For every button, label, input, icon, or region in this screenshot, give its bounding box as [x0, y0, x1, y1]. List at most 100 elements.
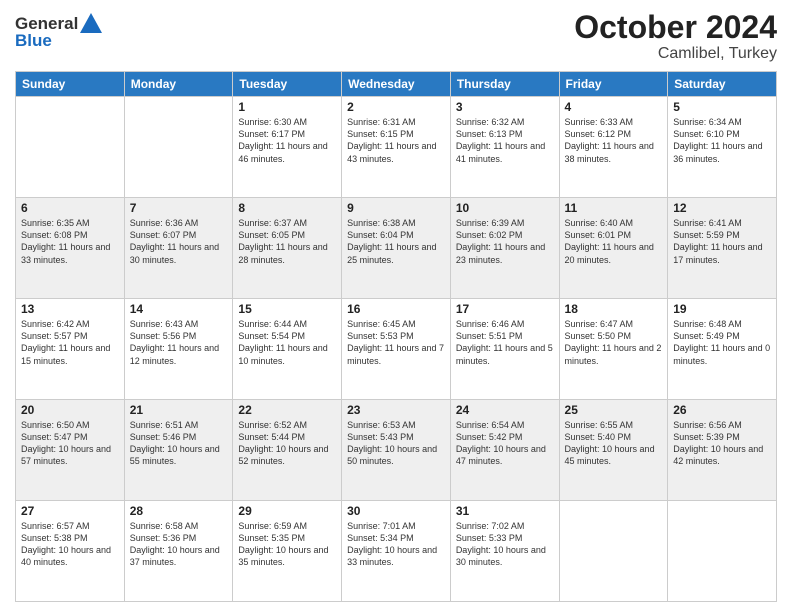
- table-row: 23 Sunrise: 6:53 AM Sunset: 5:43 PM Dayli…: [342, 400, 451, 501]
- day-number: 10: [456, 201, 554, 215]
- day-content: Sunrise: 6:44 AM Sunset: 5:54 PM Dayligh…: [238, 318, 336, 367]
- day-content: Sunrise: 6:36 AM Sunset: 6:07 PM Dayligh…: [130, 217, 228, 266]
- col-sunday: Sunday: [16, 72, 125, 97]
- table-row: [559, 501, 668, 602]
- col-saturday: Saturday: [668, 72, 777, 97]
- day-content: Sunrise: 6:52 AM Sunset: 5:44 PM Dayligh…: [238, 419, 336, 468]
- day-number: 21: [130, 403, 228, 417]
- calendar-table: Sunday Monday Tuesday Wednesday Thursday…: [15, 71, 777, 602]
- day-content: Sunrise: 6:33 AM Sunset: 6:12 PM Dayligh…: [565, 116, 663, 165]
- day-number: 16: [347, 302, 445, 316]
- calendar-week-row: 20 Sunrise: 6:50 AM Sunset: 5:47 PM Dayli…: [16, 400, 777, 501]
- day-content: Sunrise: 6:30 AM Sunset: 6:17 PM Dayligh…: [238, 116, 336, 165]
- day-number: 1: [238, 100, 336, 114]
- day-number: 11: [565, 201, 663, 215]
- table-row: 24Sunrise: 6:54 AM Sunset: 5:42 PM Dayli…: [450, 400, 559, 501]
- day-content: Sunrise: 6:54 AM Sunset: 5:42 PM Dayligh…: [456, 419, 554, 468]
- day-number: 17: [456, 302, 554, 316]
- day-number: 14: [130, 302, 228, 316]
- calendar-title: October 2024: [574, 10, 777, 45]
- day-content: Sunrise: 6:43 AM Sunset: 5:56 PM Dayligh…: [130, 318, 228, 367]
- day-content: Sunrise: 6:47 AM Sunset: 5:50 PM Dayligh…: [565, 318, 663, 367]
- logo-blue: Blue: [15, 31, 102, 51]
- table-row: 21 Sunrise: 6:51 AM Sunset: 5:46 PM Dayli…: [124, 400, 233, 501]
- table-row: [16, 97, 125, 198]
- day-content: Sunrise: 6:31 AM Sunset: 6:15 PM Dayligh…: [347, 116, 445, 165]
- day-content: Sunrise: 6:53 AM Sunset: 5:43 PM Dayligh…: [347, 419, 445, 468]
- day-number: 20: [21, 403, 119, 417]
- table-row: 10 Sunrise: 6:39 AM Sunset: 6:02 PM Dayli…: [450, 198, 559, 299]
- day-content: Sunrise: 6:32 AM Sunset: 6:13 PM Dayligh…: [456, 116, 554, 165]
- day-content: Sunrise: 6:46 AM Sunset: 5:51 PM Dayligh…: [456, 318, 554, 367]
- day-content: Sunrise: 6:41 AM Sunset: 5:59 PM Dayligh…: [673, 217, 771, 266]
- day-content: Sunrise: 6:50 AM Sunset: 5:47 PM Dayligh…: [21, 419, 119, 468]
- table-row: 2 Sunrise: 6:31 AM Sunset: 6:15 PM Daylig…: [342, 97, 451, 198]
- table-row: [124, 97, 233, 198]
- day-content: Sunrise: 6:45 AM Sunset: 5:53 PM Dayligh…: [347, 318, 445, 367]
- table-row: 30 Sunrise: 7:01 AM Sunset: 5:34 PM Dayli…: [342, 501, 451, 602]
- day-content: Sunrise: 6:51 AM Sunset: 5:46 PM Dayligh…: [130, 419, 228, 468]
- table-row: 19Sunrise: 6:48 AM Sunset: 5:49 PM Dayli…: [668, 299, 777, 400]
- table-row: 25 Sunrise: 6:55 AM Sunset: 5:40 PM Dayli…: [559, 400, 668, 501]
- table-row: 18Sunrise: 6:47 AM Sunset: 5:50 PM Dayli…: [559, 299, 668, 400]
- table-row: 15 Sunrise: 6:44 AM Sunset: 5:54 PM Dayli…: [233, 299, 342, 400]
- day-number: 15: [238, 302, 336, 316]
- table-row: 26 Sunrise: 6:56 AM Sunset: 5:39 PM Dayli…: [668, 400, 777, 501]
- day-content: Sunrise: 6:42 AM Sunset: 5:57 PM Dayligh…: [21, 318, 119, 367]
- day-content: Sunrise: 6:34 AM Sunset: 6:10 PM Dayligh…: [673, 116, 771, 165]
- table-row: 22 Sunrise: 6:52 AM Sunset: 5:44 PM Dayli…: [233, 400, 342, 501]
- day-number: 19: [673, 302, 771, 316]
- day-content: Sunrise: 7:01 AM Sunset: 5:34 PM Dayligh…: [347, 520, 445, 569]
- day-number: 28: [130, 504, 228, 518]
- day-content: Sunrise: 6:59 AM Sunset: 5:35 PM Dayligh…: [238, 520, 336, 569]
- day-content: Sunrise: 6:58 AM Sunset: 5:36 PM Dayligh…: [130, 520, 228, 569]
- table-row: 7 Sunrise: 6:36 AM Sunset: 6:07 PM Daylig…: [124, 198, 233, 299]
- day-number: 27: [21, 504, 119, 518]
- calendar-week-row: 27Sunrise: 6:57 AM Sunset: 5:38 PM Dayli…: [16, 501, 777, 602]
- col-tuesday: Tuesday: [233, 72, 342, 97]
- calendar-week-row: 6Sunrise: 6:35 AM Sunset: 6:08 PM Daylig…: [16, 198, 777, 299]
- calendar-week-row: 1 Sunrise: 6:30 AM Sunset: 6:17 PM Daylig…: [16, 97, 777, 198]
- day-number: 29: [238, 504, 336, 518]
- calendar-subtitle: Camlibel, Turkey: [574, 45, 777, 63]
- day-number: 3: [456, 100, 554, 114]
- table-row: 29 Sunrise: 6:59 AM Sunset: 5:35 PM Dayli…: [233, 501, 342, 602]
- day-content: Sunrise: 6:55 AM Sunset: 5:40 PM Dayligh…: [565, 419, 663, 468]
- col-monday: Monday: [124, 72, 233, 97]
- table-row: 9 Sunrise: 6:38 AM Sunset: 6:04 PM Daylig…: [342, 198, 451, 299]
- day-number: 26: [673, 403, 771, 417]
- day-content: Sunrise: 6:39 AM Sunset: 6:02 PM Dayligh…: [456, 217, 554, 266]
- day-number: 31: [456, 504, 554, 518]
- table-row: 11Sunrise: 6:40 AM Sunset: 6:01 PM Dayli…: [559, 198, 668, 299]
- header: General Blue October 2024 Camlibel, Turk…: [15, 10, 777, 63]
- day-number: 23: [347, 403, 445, 417]
- table-row: 6Sunrise: 6:35 AM Sunset: 6:08 PM Daylig…: [16, 198, 125, 299]
- table-row: 31 Sunrise: 7:02 AM Sunset: 5:33 PM Dayli…: [450, 501, 559, 602]
- day-number: 22: [238, 403, 336, 417]
- table-row: 4 Sunrise: 6:33 AM Sunset: 6:12 PM Daylig…: [559, 97, 668, 198]
- day-content: Sunrise: 7:02 AM Sunset: 5:33 PM Dayligh…: [456, 520, 554, 569]
- day-content: Sunrise: 6:37 AM Sunset: 6:05 PM Dayligh…: [238, 217, 336, 266]
- day-number: 13: [21, 302, 119, 316]
- table-row: 14 Sunrise: 6:43 AM Sunset: 5:56 PM Dayli…: [124, 299, 233, 400]
- title-block: October 2024 Camlibel, Turkey: [574, 10, 777, 63]
- day-number: 2: [347, 100, 445, 114]
- day-number: 25: [565, 403, 663, 417]
- table-row: 16 Sunrise: 6:45 AM Sunset: 5:53 PM Dayli…: [342, 299, 451, 400]
- table-row: 13 Sunrise: 6:42 AM Sunset: 5:57 PM Dayli…: [16, 299, 125, 400]
- day-number: 7: [130, 201, 228, 215]
- day-number: 30: [347, 504, 445, 518]
- table-row: 12 Sunrise: 6:41 AM Sunset: 5:59 PM Dayli…: [668, 198, 777, 299]
- table-row: 17 Sunrise: 6:46 AM Sunset: 5:51 PM Dayli…: [450, 299, 559, 400]
- table-row: 5 Sunrise: 6:34 AM Sunset: 6:10 PM Daylig…: [668, 97, 777, 198]
- day-number: 4: [565, 100, 663, 114]
- day-number: 8: [238, 201, 336, 215]
- header-row: Sunday Monday Tuesday Wednesday Thursday…: [16, 72, 777, 97]
- table-row: 28 Sunrise: 6:58 AM Sunset: 5:36 PM Dayli…: [124, 501, 233, 602]
- day-number: 5: [673, 100, 771, 114]
- day-content: Sunrise: 6:56 AM Sunset: 5:39 PM Dayligh…: [673, 419, 771, 468]
- table-row: 1 Sunrise: 6:30 AM Sunset: 6:17 PM Daylig…: [233, 97, 342, 198]
- day-content: Sunrise: 6:38 AM Sunset: 6:04 PM Dayligh…: [347, 217, 445, 266]
- day-number: 12: [673, 201, 771, 215]
- day-number: 9: [347, 201, 445, 215]
